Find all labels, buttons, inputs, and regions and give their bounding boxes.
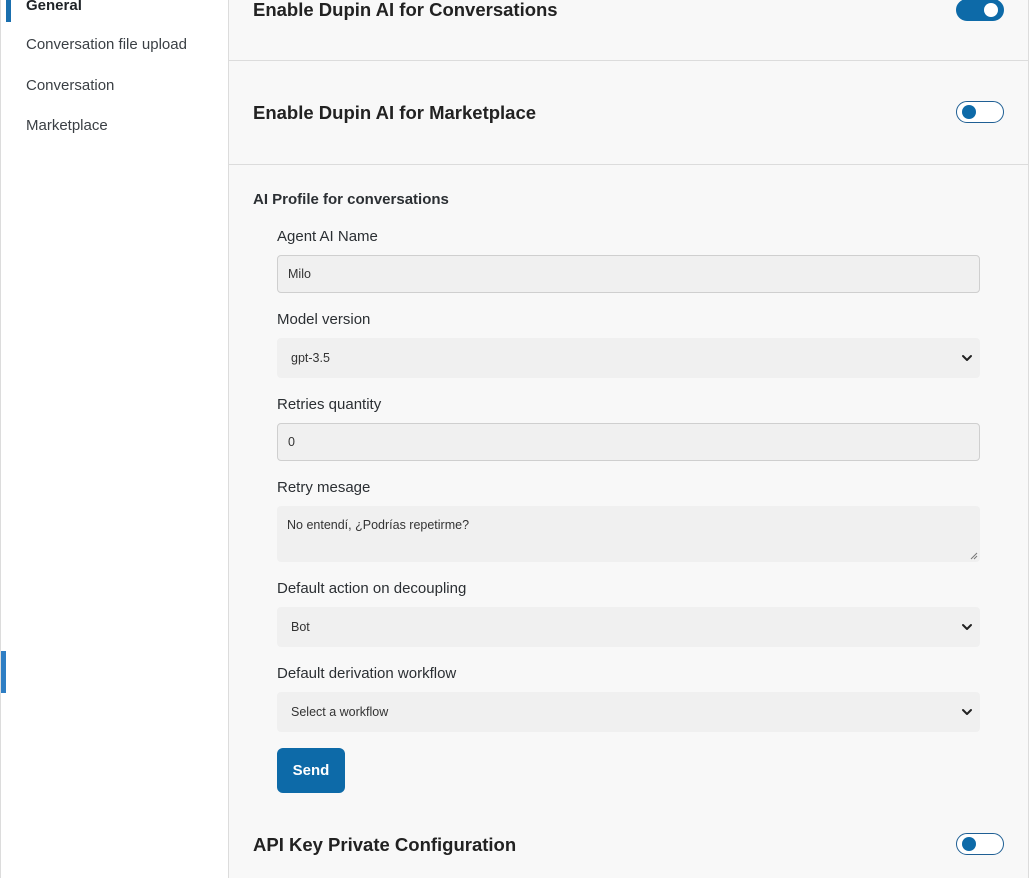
conversations-toggle[interactable]: [956, 0, 1004, 21]
conversations-setting-row: Enable Dupin AI for Conversations: [229, 0, 1029, 61]
decoupling-label: Default action on decoupling: [277, 580, 467, 597]
send-button[interactable]: Send: [277, 748, 345, 793]
sidebar-item-conversation-file-upload[interactable]: Conversation file upload: [26, 36, 187, 53]
marketplace-setting-title: Enable Dupin AI for Marketplace: [253, 102, 537, 123]
toggle-knob: [962, 105, 976, 119]
conversations-setting-title: Enable Dupin AI for Conversations: [253, 0, 558, 20]
derivation-workflow-value: Select a workflow: [291, 705, 389, 719]
api-key-setting-title: API Key Private Configuration: [253, 834, 517, 855]
ai-profile-title: AI Profile for conversations: [253, 191, 449, 208]
chevron-down-icon: [962, 709, 972, 715]
retry-message-value: No entendí, ¿Podrías repetirme?: [287, 518, 470, 532]
agent-name-label: Agent AI Name: [277, 228, 378, 245]
active-indicator: [6, 0, 11, 22]
decoupling-value: Bot: [291, 620, 310, 634]
model-version-select[interactable]: gpt-3.5: [277, 338, 980, 378]
marketplace-toggle[interactable]: [956, 101, 1004, 123]
toggle-knob: [984, 3, 998, 17]
toggle-knob: [962, 837, 976, 851]
sidebar-item-general[interactable]: General: [26, 0, 82, 14]
resize-grip-icon[interactable]: [968, 550, 978, 560]
retries-input[interactable]: 0: [277, 423, 980, 461]
chevron-down-icon: [962, 624, 972, 630]
app-frame: General Conversation file upload Convers…: [0, 0, 1030, 878]
settings-sidebar: General Conversation file upload Convers…: [0, 0, 229, 878]
derivation-label: Default derivation workflow: [277, 665, 457, 682]
api-key-toggle[interactable]: [956, 833, 1004, 855]
retries-label: Retries quantity: [277, 396, 382, 413]
decoupling-select[interactable]: Bot: [277, 607, 980, 647]
model-version-value: gpt-3.5: [291, 351, 330, 365]
sidebar-scroll-indicator: [1, 651, 6, 693]
settings-main: Enable Dupin AI for Conversations Enable…: [229, 0, 1029, 878]
derivation-workflow-select[interactable]: Select a workflow: [277, 692, 980, 732]
agent-name-input[interactable]: Milo: [277, 255, 980, 293]
chevron-down-icon: [962, 355, 972, 361]
retry-message-textarea[interactable]: No entendí, ¿Podrías repetirme?: [277, 506, 980, 562]
sidebar-item-conversation[interactable]: Conversation: [26, 77, 114, 94]
retry-message-label: Retry mesage: [277, 479, 371, 496]
sidebar-item-marketplace[interactable]: Marketplace: [26, 117, 108, 134]
marketplace-setting-row: Enable Dupin AI for Marketplace: [229, 61, 1029, 165]
model-version-label: Model version: [277, 311, 371, 328]
